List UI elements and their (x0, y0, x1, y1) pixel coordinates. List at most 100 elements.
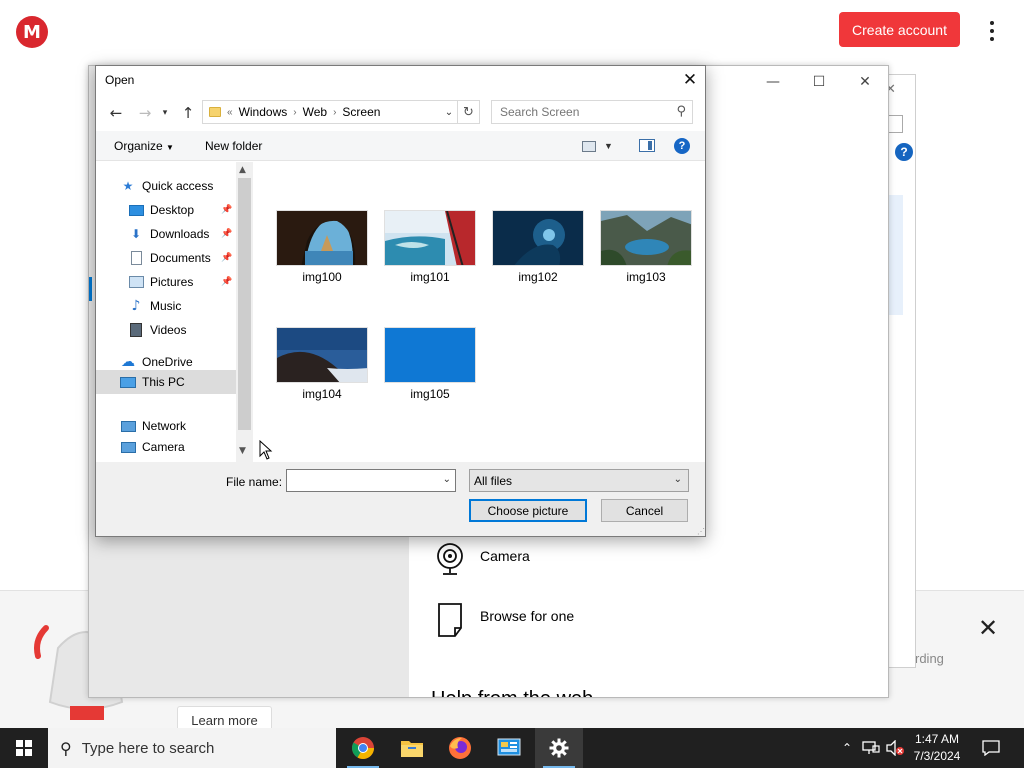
address-overflow[interactable]: « (227, 107, 233, 118)
chevron-down-icon[interactable]: ⌄ (441, 101, 457, 123)
search-input[interactable] (500, 105, 670, 119)
nav-music[interactable]: ♪ Music (96, 294, 236, 318)
nav-label: Music (150, 299, 182, 313)
control-panel-icon[interactable] (485, 728, 533, 768)
mouse-cursor-icon (259, 440, 273, 460)
choose-picture-button[interactable]: Choose picture (469, 499, 587, 522)
nav-videos[interactable]: Videos (96, 318, 236, 342)
browse-option[interactable]: Browse for one (434, 602, 574, 638)
chevron-down-icon[interactable]: ▼ (604, 141, 613, 151)
start-button[interactable] (0, 728, 48, 768)
file-icon (438, 603, 462, 637)
window-controls: — ☐ ✕ (750, 66, 888, 98)
close-notification-icon[interactable]: ✕ (976, 616, 1000, 640)
file-item[interactable]: img102 (492, 210, 584, 284)
file-name-input[interactable] (287, 470, 437, 491)
browse-label: Browse for one (480, 608, 575, 624)
resize-grip-icon[interactable]: ⋰ (697, 527, 705, 536)
pin-icon: 📌 (221, 205, 233, 215)
pin-icon: 📌 (221, 277, 233, 287)
nav-this-pc[interactable]: This PC (96, 370, 236, 394)
new-folder-button[interactable]: New folder (205, 139, 262, 153)
minimize-icon[interactable]: — (750, 66, 796, 98)
nav-label: Pictures (150, 275, 194, 289)
nav-network[interactable]: Network (96, 414, 236, 438)
breadcrumb-separator[interactable]: › (333, 107, 336, 118)
documents-icon (128, 251, 144, 265)
taskbar-search-box[interactable]: ⚲ Type here to search (48, 728, 336, 768)
nav-pictures[interactable]: Pictures 📌 (96, 270, 236, 294)
refresh-icon[interactable]: ↻ (458, 100, 480, 124)
address-bar[interactable]: « Windows › Web › Screen ⌄ (202, 100, 458, 124)
close-icon[interactable]: ✕ (676, 68, 704, 92)
more-menu-icon[interactable] (982, 18, 1002, 44)
file-item[interactable]: img104 (276, 327, 368, 401)
breadcrumb-windows[interactable]: Windows (239, 105, 288, 119)
file-name: img101 (410, 270, 450, 284)
scrollbar-thumb[interactable] (238, 178, 251, 430)
nav-label: Videos (150, 323, 187, 337)
nav-label: Quick access (142, 179, 214, 193)
cancel-button[interactable]: Cancel (601, 499, 688, 522)
clock-date: 7/3/2024 (913, 749, 961, 763)
settings-icon[interactable] (535, 728, 583, 768)
file-name-combobox[interactable]: ⌄ (286, 469, 456, 492)
nav-desktop[interactable]: Desktop 📌 (96, 198, 236, 222)
open-file-dialog: Open ✕ ← → ▾ ↑ « Windows › Web › Screen … (95, 65, 706, 537)
image-thumbnail (276, 210, 368, 266)
file-list: img100 img101 img102 img103 img104 img10… (254, 162, 705, 462)
file-explorer-icon[interactable] (388, 728, 436, 768)
create-account-button[interactable]: Create account (839, 12, 960, 47)
music-icon: ♪ (131, 298, 141, 314)
back-arrow-icon[interactable]: ← (105, 102, 127, 124)
speaker-muted-icon[interactable] (884, 728, 906, 768)
chrome-icon[interactable] (339, 728, 387, 768)
file-type-select[interactable]: All files ⌄ (469, 469, 689, 492)
maximize-icon[interactable]: ☐ (796, 66, 842, 98)
image-thumbnail (492, 210, 584, 266)
help-icon[interactable]: ? (674, 138, 690, 154)
windows-logo-icon (16, 740, 32, 756)
mega-logo[interactable]: M (16, 16, 48, 48)
breadcrumb-separator[interactable]: › (293, 107, 296, 118)
camera-option[interactable]: Camera (434, 542, 530, 576)
scroll-up-icon[interactable]: ▲ (239, 165, 246, 175)
search-icon: ⚲ (60, 738, 72, 758)
breadcrumb-web[interactable]: Web (303, 105, 327, 119)
close-icon[interactable]: ✕ (842, 66, 888, 98)
nav-documents[interactable]: Documents 📌 (96, 246, 236, 270)
chevron-up-icon[interactable]: ⌃ (838, 728, 856, 768)
chevron-down-icon[interactable]: ⌄ (443, 474, 451, 485)
recent-locations-icon[interactable]: ▾ (158, 102, 172, 124)
search-box[interactable]: ⚲ (491, 100, 693, 124)
scroll-down-icon[interactable]: ▼ (239, 446, 246, 456)
help-icon[interactable]: ? (895, 143, 913, 161)
network-icon[interactable] (860, 728, 882, 768)
camera-icon (120, 440, 136, 454)
navigation-scrollbar[interactable]: ▲ ▼ (236, 162, 253, 462)
change-view-button[interactable]: ▼ (582, 138, 622, 154)
taskbar-search-placeholder: Type here to search (81, 739, 215, 757)
preview-pane-icon[interactable] (639, 139, 655, 152)
firefox-icon[interactable] (436, 728, 484, 768)
notifications-icon[interactable] (978, 728, 1004, 768)
camera-label: Camera (480, 548, 530, 564)
dialog-title: Open (105, 73, 135, 87)
chevron-down-icon[interactable]: ⌄ (674, 474, 682, 485)
nav-label: Desktop (150, 203, 195, 217)
nav-label: This PC (142, 375, 185, 389)
system-clock[interactable]: 1:47 AM 7/3/2024 (906, 731, 968, 765)
nav-label: Network (142, 419, 187, 433)
up-arrow-icon[interactable]: ↑ (177, 102, 199, 124)
forward-arrow-icon[interactable]: → (134, 102, 156, 124)
file-name: img100 (302, 270, 342, 284)
file-item[interactable]: img105 (384, 327, 476, 401)
organize-menu[interactable]: Organize ▼ (114, 139, 174, 153)
file-item[interactable]: img101 (384, 210, 476, 284)
nav-downloads[interactable]: ⬇ Downloads 📌 (96, 222, 236, 246)
file-item[interactable]: img103 (600, 210, 692, 284)
file-item[interactable]: img100 (276, 210, 368, 284)
breadcrumb-screen[interactable]: Screen (342, 105, 380, 119)
nav-quick-access[interactable]: ★ Quick access (96, 174, 236, 198)
nav-camera[interactable]: Camera (96, 440, 236, 460)
